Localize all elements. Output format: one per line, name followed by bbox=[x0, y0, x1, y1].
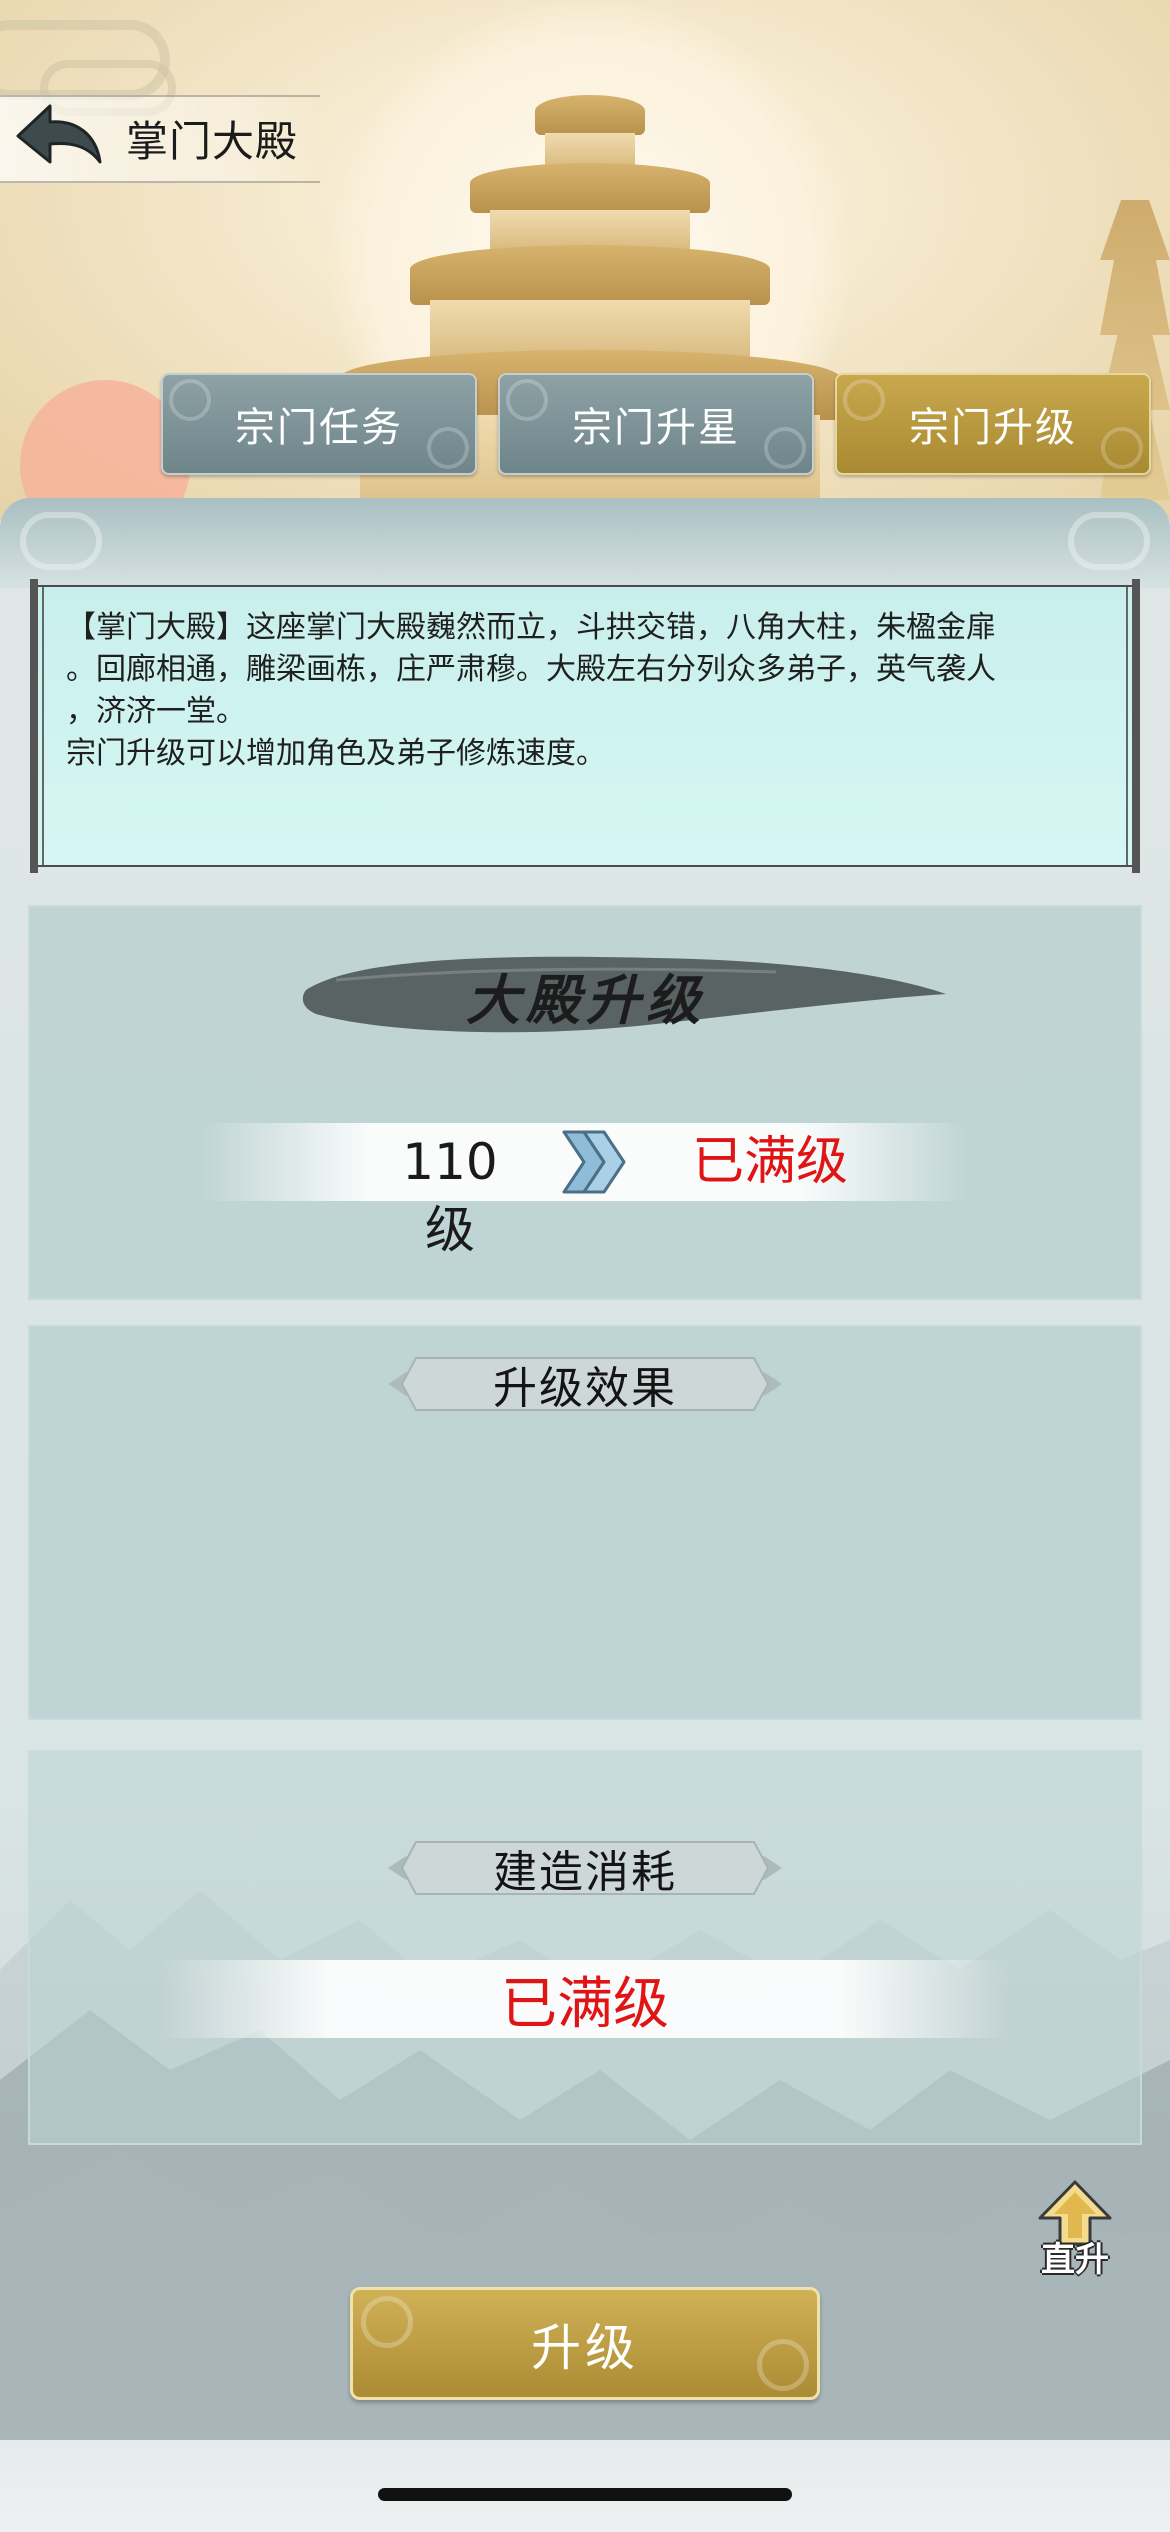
description-line: 宗门升级可以增加角色及弟子修炼速度。 bbox=[66, 736, 606, 771]
cost-section-title: 建造消耗 bbox=[493, 1847, 677, 1898]
tab-label: 宗门升星 bbox=[572, 405, 740, 451]
tab-label: 宗门任务 bbox=[235, 405, 403, 451]
back-button[interactable] bbox=[14, 100, 104, 174]
description-line: ，济济一堂。 bbox=[66, 694, 246, 729]
page-title: 掌门大殿 bbox=[126, 117, 299, 166]
description-text: 【掌门大殿】这座掌门大殿巍然而立，斗拱交错，八角大柱，朱楹金扉 。回廊相通，雕梁… bbox=[66, 607, 1116, 775]
double-chevron-right-icon bbox=[562, 1130, 626, 1194]
upgrade-button[interactable]: 升级 bbox=[350, 2287, 820, 2400]
description-line: 。回廊相通，雕梁画栋，庄严肃穆。大殿左右分列众多弟子，英气袭人 bbox=[66, 652, 996, 687]
direct-upgrade-label: 直升 bbox=[1041, 2240, 1109, 2280]
upgrade-section-title: 大殿升级 bbox=[466, 967, 706, 1032]
tab-sect-tasks[interactable]: 宗门任务 bbox=[161, 373, 477, 475]
tab-sect-star-up[interactable]: 宗门升星 bbox=[498, 373, 814, 475]
panel-header bbox=[0, 498, 1170, 588]
tab-sect-upgrade[interactable]: 宗门升级 bbox=[835, 373, 1151, 475]
next-level-status: 已满级 bbox=[691, 1132, 848, 1192]
current-level: 110级 bbox=[402, 1133, 498, 1259]
cost-status: 已满级 bbox=[501, 1971, 669, 2037]
effect-section-title: 升级效果 bbox=[493, 1363, 677, 1414]
back-arrow-icon bbox=[16, 104, 102, 164]
upgrade-button-label: 升级 bbox=[531, 2318, 639, 2377]
build-cost-panel bbox=[28, 1750, 1142, 2145]
description-line: 【掌门大殿】这座掌门大殿巍然而立，斗拱交错，八角大柱，朱楹金扉 bbox=[66, 610, 996, 645]
tab-label: 宗门升级 bbox=[909, 405, 1077, 451]
home-indicator[interactable] bbox=[378, 2488, 792, 2501]
description-scroll: 【掌门大殿】这座掌门大殿巍然而立，斗拱交错，八角大柱，朱楹金扉 。回廊相通，雕梁… bbox=[30, 579, 1140, 873]
